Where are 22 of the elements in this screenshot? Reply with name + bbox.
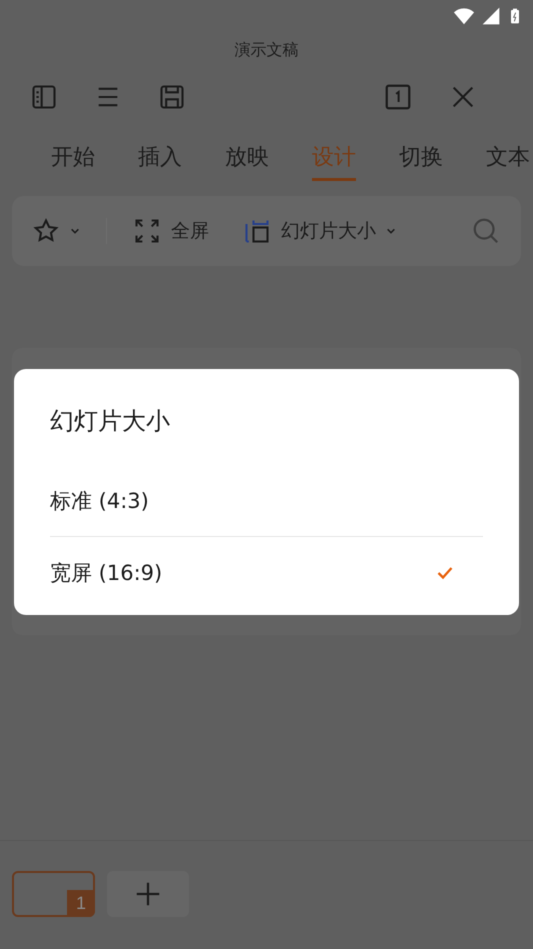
add-slide-button[interactable]: [107, 871, 189, 917]
size-option[interactable]: 宽屏 (16:9): [50, 536, 483, 608]
tab[interactable]: 插入: [138, 142, 182, 180]
caret-icon: [386, 226, 396, 236]
window-title: 演示文稿: [234, 40, 298, 59]
tab[interactable]: 文本: [486, 142, 530, 180]
slide-size-button[interactable]: 幻灯片大小: [243, 217, 396, 245]
signal-icon: [481, 6, 501, 26]
search-icon[interactable]: [471, 216, 501, 246]
save-icon[interactable]: [158, 83, 186, 111]
tab[interactable]: 放映: [225, 142, 269, 180]
size-option[interactable]: 标准 (4:3): [50, 465, 483, 536]
tab[interactable]: 切换: [399, 142, 443, 180]
dialog-title: 幻灯片大小: [50, 406, 171, 437]
slide-thumbnail[interactable]: 1: [12, 871, 95, 917]
caret-icon: [70, 226, 80, 236]
slide-count-icon[interactable]: [383, 82, 413, 112]
check-icon: [437, 566, 453, 580]
fullscreen-button[interactable]: 全屏: [133, 217, 209, 245]
tab[interactable]: 开始: [51, 142, 95, 180]
sidebar-icon[interactable]: [30, 83, 58, 111]
fullscreen-icon: [133, 217, 161, 245]
